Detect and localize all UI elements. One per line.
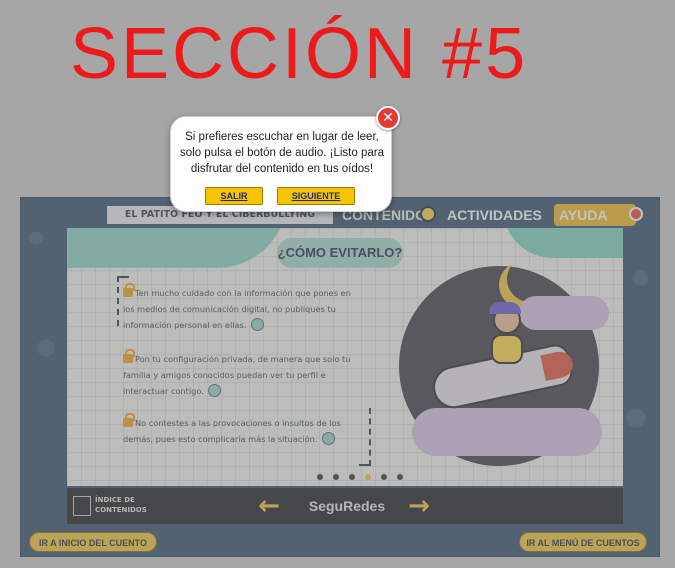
section-title: SECCIÓN #5 [70,14,529,94]
next-button[interactable]: SIGUIENTE [277,187,355,205]
modal-overlay [20,197,660,557]
exit-button[interactable]: SALIR [205,187,263,205]
audio-hint-popup: Si prefieres escuchar en lugar de leer, … [170,116,392,212]
close-icon[interactable]: ✕ [376,106,400,130]
popup-message: Si prefieres escuchar en lugar de leer, … [180,131,384,175]
